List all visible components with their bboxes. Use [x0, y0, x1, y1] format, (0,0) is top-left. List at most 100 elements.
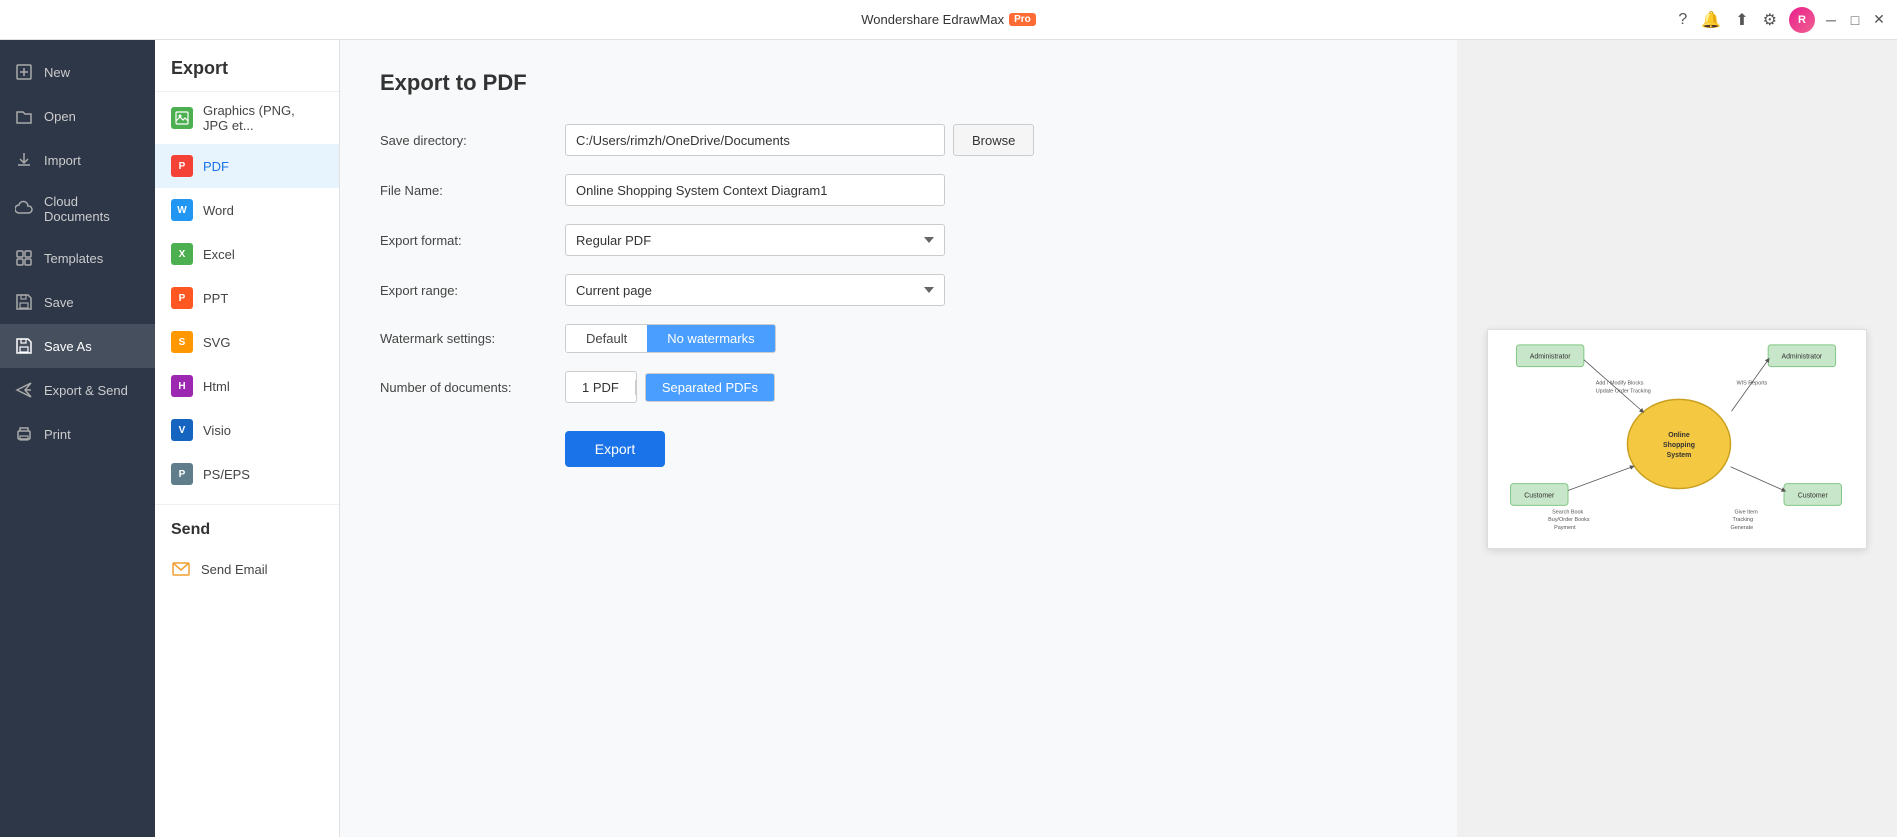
templates-icon [14, 248, 34, 268]
notification-icon[interactable]: 🔔 [1701, 10, 1721, 30]
export-button[interactable]: Export [565, 431, 665, 467]
sidebar-item-saveas[interactable]: Save As [0, 324, 155, 368]
sidebar: New Open Import Cloud Documents [0, 40, 155, 837]
export-range-label: Export range: [380, 283, 565, 298]
svg-text:Buy/Order Books: Buy/Order Books [1548, 517, 1590, 523]
print-icon [14, 424, 34, 444]
preview-diagram: Online Shopping System Administrator Adm… [1487, 329, 1867, 549]
format-item-excel[interactable]: X Excel [155, 232, 339, 276]
sidebar-item-print[interactable]: Print [0, 412, 155, 456]
html-format-icon: H [171, 375, 193, 397]
pdf-format-icon: P [171, 155, 193, 177]
watermark-row: Watermark settings: Default No watermark… [380, 324, 1417, 353]
sidebar-item-open[interactable]: Open [0, 94, 155, 138]
sidebar-item-save[interactable]: Save [0, 280, 155, 324]
sidebar-saveas-label: Save As [44, 339, 92, 354]
format-item-pdf[interactable]: P PDF [155, 144, 339, 188]
file-name-row: File Name: [380, 174, 1417, 206]
send-email-label: Send Email [201, 562, 267, 577]
sidebar-item-export[interactable]: Export & Send [0, 368, 155, 412]
import-icon [14, 150, 34, 170]
sidebar-item-import[interactable]: Import [0, 138, 155, 182]
docs-separated-btn[interactable]: Separated PDFs [646, 374, 774, 401]
app-body: New Open Import Cloud Documents [0, 40, 1897, 837]
svg-text:Administrator: Administrator [1781, 353, 1822, 360]
svg-text:Customer: Customer [1798, 492, 1829, 499]
format-item-visio[interactable]: V Visio [155, 408, 339, 452]
docs-row: Number of documents: 1 PDF Separated PDF… [380, 371, 1417, 403]
docs-label: Number of documents: [380, 380, 565, 395]
minimize-button[interactable]: ─ [1823, 12, 1839, 28]
svg-text:Customer: Customer [1524, 492, 1555, 499]
svg-text:WIS Reports: WIS Reports [1736, 380, 1767, 386]
svg-text:Add / Modify Blocks: Add / Modify Blocks [1596, 380, 1644, 386]
email-icon [171, 559, 191, 579]
format-graphics-label: Graphics (PNG, JPG et... [203, 103, 323, 133]
graphics-format-icon [171, 107, 193, 129]
svg-text:Give Item: Give Item [1734, 509, 1758, 515]
avatar[interactable]: R [1789, 7, 1815, 33]
watermark-none-btn[interactable]: No watermarks [647, 325, 774, 352]
format-item-pseps[interactable]: P PS/EPS [155, 452, 339, 496]
svg-text:Administrator: Administrator [1530, 353, 1571, 360]
sidebar-item-cloud[interactable]: Cloud Documents [0, 182, 155, 236]
format-visio-label: Visio [203, 423, 231, 438]
titlebar-icon-group: ? 🔔 ⬆ ⚙ [1678, 10, 1777, 30]
docs-count-value: 1 PDF [566, 380, 636, 395]
export-format-label: Export format: [380, 233, 565, 248]
send-item-email[interactable]: Send Email [155, 549, 339, 589]
pseps-format-icon: P [171, 463, 193, 485]
svg-text:System: System [1667, 451, 1692, 458]
close-button[interactable]: ✕ [1871, 12, 1887, 28]
visio-format-icon: V [171, 419, 193, 441]
export-range-select[interactable]: Current page All pages Selected pages [565, 274, 945, 306]
help-icon[interactable]: ? [1678, 11, 1687, 29]
svg-text:Shopping: Shopping [1663, 441, 1695, 448]
watermark-default-btn[interactable]: Default [566, 325, 647, 352]
diagram-svg: Online Shopping System Administrator Adm… [1488, 330, 1866, 548]
sidebar-item-new[interactable]: New [0, 50, 155, 94]
second-panel: Export Graphics (PNG, JPG et... P PDF W … [155, 40, 340, 837]
sidebar-export-label: Export & Send [44, 383, 128, 398]
save-icon [14, 292, 34, 312]
share-icon[interactable]: ⬆ [1735, 10, 1748, 30]
export-range-row: Export range: Current page All pages Sel… [380, 274, 1417, 306]
sidebar-import-label: Import [44, 153, 81, 168]
sidebar-item-templates[interactable]: Templates [0, 236, 155, 280]
format-item-svg[interactable]: S SVG [155, 320, 339, 364]
format-svg-label: SVG [203, 335, 230, 350]
format-word-label: Word [203, 203, 234, 218]
format-item-html[interactable]: H Html [155, 364, 339, 408]
open-icon [14, 106, 34, 126]
svg-text:Generate: Generate [1731, 525, 1754, 531]
svg-text:Tracking: Tracking [1732, 517, 1753, 523]
format-pseps-label: PS/EPS [203, 467, 250, 482]
settings-icon[interactable]: ⚙ [1763, 10, 1777, 30]
pro-badge: Pro [1009, 13, 1036, 26]
sidebar-print-label: Print [44, 427, 71, 442]
format-item-ppt[interactable]: P PPT [155, 276, 339, 320]
sidebar-save-label: Save [44, 295, 74, 310]
maximize-button[interactable]: □ [1847, 12, 1863, 28]
file-name-input[interactable] [565, 174, 945, 206]
save-directory-input[interactable] [565, 124, 945, 156]
send-header: Send [155, 504, 339, 549]
main-content: Export to PDF Save directory: Browse Fil… [340, 40, 1457, 837]
export-format-row: Export format: Regular PDF PDF/A PDF/X [380, 224, 1417, 256]
watermark-toggle-group: Default No watermarks [565, 324, 776, 353]
svg-text:Online: Online [1668, 432, 1690, 439]
preview-panel: Online Shopping System Administrator Adm… [1457, 40, 1897, 837]
browse-button[interactable]: Browse [953, 124, 1034, 156]
format-item-word[interactable]: W Word [155, 188, 339, 232]
format-item-graphics[interactable]: Graphics (PNG, JPG et... [155, 92, 339, 144]
format-excel-label: Excel [203, 247, 235, 262]
export-format-select[interactable]: Regular PDF PDF/A PDF/X [565, 224, 945, 256]
new-icon [14, 62, 34, 82]
save-directory-row: Save directory: Browse [380, 124, 1417, 156]
ppt-format-icon: P [171, 287, 193, 309]
svg-text:Payment: Payment [1554, 525, 1576, 531]
format-ppt-label: PPT [203, 291, 228, 306]
svg-format-icon: S [171, 331, 193, 353]
page-title: Export to PDF [380, 70, 1417, 96]
format-html-label: Html [203, 379, 230, 394]
